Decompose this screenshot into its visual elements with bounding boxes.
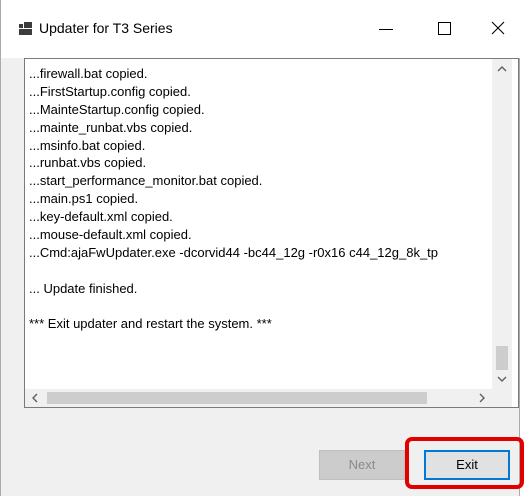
log-line: ... Update finished. — [29, 280, 138, 296]
vertical-scroll-thumb[interactable] — [496, 346, 508, 370]
close-icon — [491, 21, 505, 35]
chevron-up-icon — [497, 66, 507, 72]
maximize-button[interactable] — [421, 12, 467, 46]
vertical-scrollbar[interactable] — [492, 59, 512, 389]
next-button[interactable]: Next — [319, 450, 405, 480]
exit-button[interactable]: Exit — [424, 450, 510, 480]
horizontal-scroll-thumb[interactable] — [47, 392, 427, 404]
log-line: ...mainte_runbat.vbs copied. — [29, 119, 193, 135]
log-line: ...key-default.xml copied. — [29, 209, 173, 225]
log-line: ...FirstStartup.config copied. — [29, 83, 191, 99]
scroll-right-button[interactable] — [472, 389, 492, 407]
maximize-icon — [438, 22, 451, 35]
chevron-right-icon — [479, 393, 485, 403]
updater-window: Updater for T3 Series ...firewall.bat co… — [0, 0, 521, 496]
log-line: ...start_performance_monitor.bat copied. — [29, 173, 263, 189]
minimize-button[interactable] — [363, 12, 409, 46]
scroll-up-button[interactable] — [492, 59, 512, 79]
log-line: ...mouse-default.xml copied. — [29, 227, 192, 243]
log-line: ...firewall.bat copied. — [29, 66, 148, 81]
scroll-left-button[interactable] — [25, 389, 45, 407]
chevron-left-icon — [32, 393, 38, 403]
log-line: ...msinfo.bat copied. — [29, 137, 146, 153]
minimize-icon — [379, 29, 393, 30]
log-line: ...MainteStartup.config copied. — [29, 101, 205, 117]
horizontal-scrollbar[interactable] — [25, 389, 492, 407]
log-output[interactable]: ...firewall.bat copied. ...FirstStartup.c… — [24, 58, 519, 408]
app-icon — [19, 22, 33, 36]
window-title: Updater for T3 Series — [39, 20, 173, 36]
log-lines: ...firewall.bat copied. ...FirstStartup.c… — [29, 65, 491, 365]
scroll-down-button[interactable] — [492, 369, 512, 389]
close-button[interactable] — [475, 12, 521, 46]
title-bar[interactable]: Updater for T3 Series — [1, 0, 521, 58]
chevron-down-icon — [497, 376, 507, 382]
log-line: *** Exit updater and restart the system.… — [29, 316, 272, 332]
log-line: ...runbat.vbs copied. — [29, 155, 147, 171]
log-line: ...Cmd:ajaFwUpdater.exe -dcorvid44 -bc44… — [29, 244, 439, 260]
scrollbar-corner — [492, 389, 512, 407]
log-line: ...main.ps1 copied. — [29, 191, 139, 207]
